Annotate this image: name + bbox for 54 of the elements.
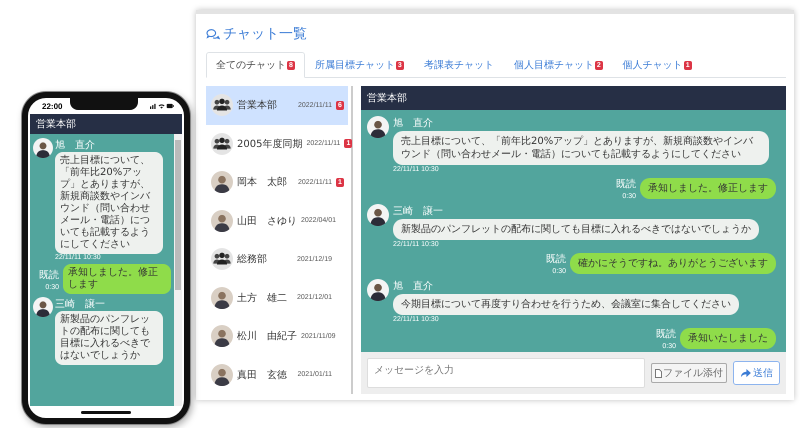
- person-avatar-icon: [367, 204, 389, 226]
- group-avatar-icon: [211, 248, 233, 270]
- chat-name: 2005年度同期: [237, 138, 302, 151]
- message-bubble: 承知しました。修正します: [640, 178, 776, 199]
- status-time: 22:00: [42, 102, 62, 110]
- status-icons-drawing: [150, 103, 174, 109]
- chat-name: 真田 玄徳: [237, 368, 288, 382]
- sender-name: 旭 直介: [393, 116, 433, 130]
- message-bubble: 承知しました。修正します: [63, 264, 171, 294]
- message-bubble: 売上目標について、「前年比20%アップ」とありますが、新規商談数やインバウンド（問い合わせメール・電話）についても記載するようにしてください: [55, 152, 163, 254]
- scrollbar[interactable]: [174, 134, 182, 406]
- room-header: 営業本部: [361, 86, 786, 110]
- chat-name: 山田 さゆり: [237, 214, 297, 228]
- message-bubble: 新製品のパンフレットの配布に関しても目標に入れるべきではないでしょうか: [393, 219, 759, 240]
- home-indicator: [81, 410, 131, 414]
- message-bubble: 承知いたしました: [680, 328, 776, 349]
- read-status: 既読: [616, 178, 636, 191]
- phone-notch: [70, 98, 138, 110]
- read-status: 既読: [39, 268, 59, 282]
- person-avatar-icon: [367, 116, 389, 138]
- message-bubble: 今期目標について再度すり合わせを行うため、会議室に集合してください: [393, 294, 739, 315]
- person-avatar-icon: [33, 297, 53, 317]
- room-header: 営業本部: [30, 114, 182, 134]
- group-avatar-icon: [211, 94, 233, 116]
- attach-file-button[interactable]: ファイル添付: [651, 363, 727, 383]
- send-button[interactable]: 送信: [733, 361, 780, 385]
- chat-bubbles-icon: [206, 28, 220, 40]
- share-arrow-icon: [740, 368, 751, 378]
- person-avatar-icon: [33, 138, 53, 158]
- sender-name: 三崎 譲一: [55, 298, 105, 311]
- read-status: 既読: [546, 252, 566, 266]
- page-title: チャット一覧: [223, 25, 307, 43]
- chat-name: 松川 由紀子: [237, 330, 297, 344]
- group-avatar-icon: [211, 132, 233, 155]
- chat-name: 総務部: [237, 252, 268, 266]
- message-bubble: 確かにそうですね。ありがとうございます: [570, 253, 776, 274]
- document-icon: [655, 368, 662, 378]
- message-bubble: 新製品のパンフレットの配布に関しても目標に入れるべきではないでしょうか: [55, 311, 163, 365]
- read-status: 既読: [656, 328, 676, 341]
- chat-name: 土方 雄二: [237, 292, 288, 305]
- person-avatar-icon: [211, 286, 233, 309]
- sender-name: 三崎 譲一: [393, 204, 443, 218]
- sender-name: 旭 直介: [55, 138, 95, 152]
- person-avatar-icon: [367, 279, 389, 301]
- message-input[interactable]: メッセージを入力: [367, 358, 645, 388]
- person-avatar-icon: [211, 364, 233, 386]
- sender-name: 旭 直介: [393, 280, 433, 293]
- chat-name: 岡本 太郎: [237, 176, 288, 190]
- person-avatar-icon: [211, 325, 233, 348]
- message-bubble: 売上目標について、「前年比20%アップ」とありますが、新規商談数やインバウンド（問い合わせメール・電話）についても記載するようにしてください: [393, 131, 769, 165]
- person-avatar-icon: [211, 210, 233, 232]
- person-avatar-icon: [211, 171, 233, 194]
- chat-name: 営業本部: [237, 98, 278, 112]
- tab[interactable]: 考課表チャット: [414, 52, 504, 78]
